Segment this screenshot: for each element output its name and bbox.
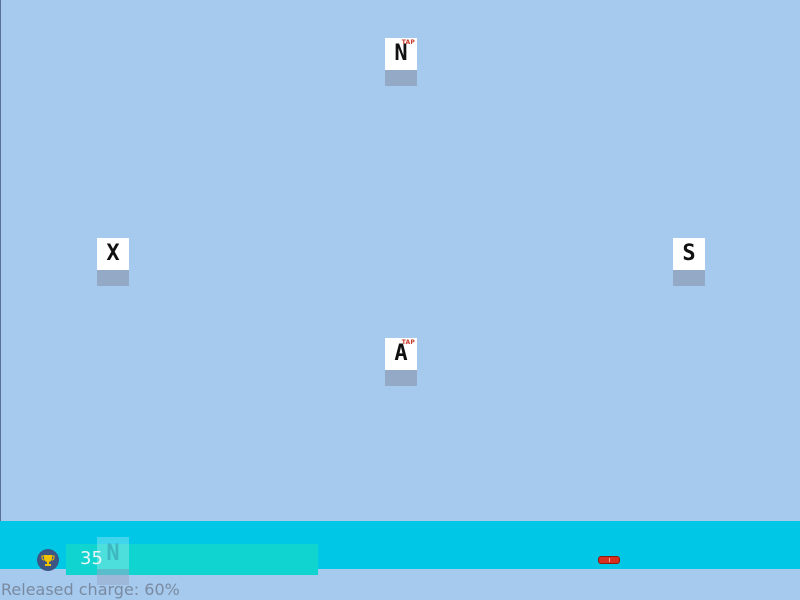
tile-face: S <box>673 238 705 270</box>
charge-status-text: Released charge: 60% <box>1 580 180 599</box>
tile-letter: X <box>106 241 120 266</box>
tile-letter: N <box>394 41 408 66</box>
tile-shadow <box>385 370 417 386</box>
letter-tile-north[interactable]: N TAP <box>385 38 417 86</box>
tile-shadow <box>97 270 129 286</box>
tile-shadow <box>385 70 417 86</box>
letter-tile-center[interactable]: A TAP <box>385 338 417 386</box>
tile-shadow <box>673 270 705 286</box>
tile-letter: S <box>682 241 696 266</box>
ghost-tile-letter: N <box>106 540 120 566</box>
tile-face: X <box>97 238 129 270</box>
battery-icon <box>598 556 620 564</box>
tile-letter: A <box>394 341 408 366</box>
tap-badge: TAP <box>401 39 415 46</box>
letter-tile-east[interactable]: S <box>673 238 705 286</box>
letter-tile-west[interactable]: X <box>97 238 129 286</box>
tap-badge: TAP <box>401 339 415 346</box>
score-value: 35 <box>80 548 103 569</box>
trophy-icon <box>37 549 59 571</box>
trophy-icon-glyph <box>41 555 55 566</box>
play-area-border <box>0 0 1 522</box>
